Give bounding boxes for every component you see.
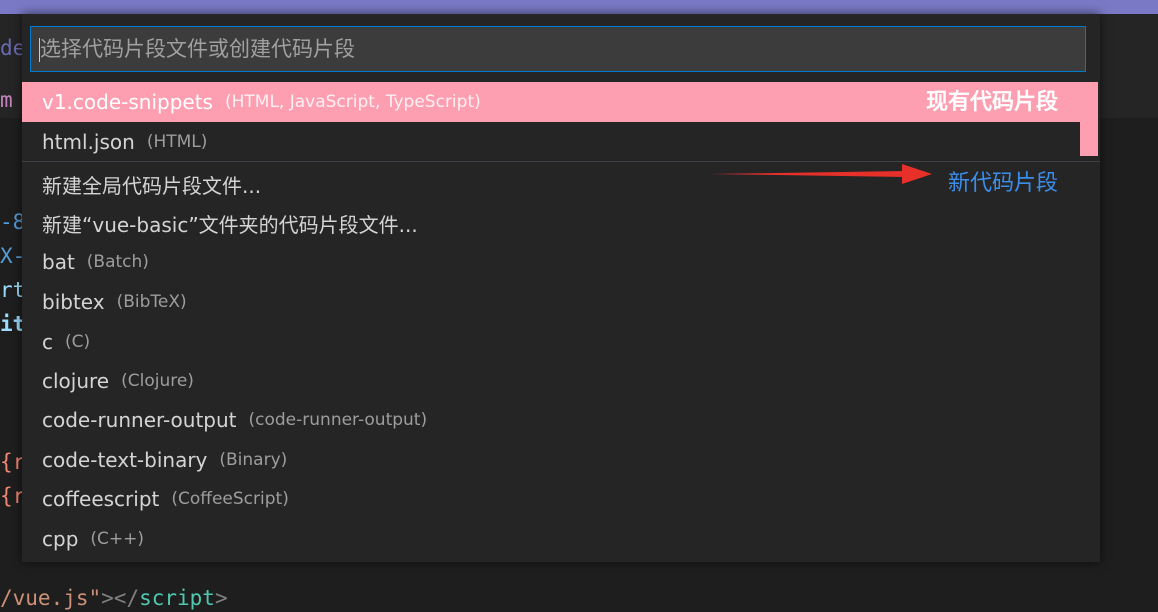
tag-name: script (139, 586, 215, 610)
item-description: (HTML, JavaScript, TypeScript) (224, 92, 481, 112)
item-description: (HTML) (146, 132, 208, 152)
item-label: cpp (42, 527, 79, 551)
quick-pick-item[interactable]: bibtex (BibTeX) (22, 282, 1100, 322)
text-cursor (39, 38, 40, 62)
quick-pick-item[interactable]: bat (Batch) (22, 242, 1100, 282)
quick-pick-item[interactable]: 新建“vue-basic”文件夹的代码片段文件... (22, 203, 1100, 243)
tag-bracket: > (214, 586, 228, 610)
item-label: bibtex (42, 290, 105, 314)
item-label: c (42, 330, 53, 354)
bg-code-line: /vue.js"></script> (0, 588, 228, 609)
quick-pick-item[interactable]: 新建全局代码片段文件... (22, 164, 1100, 204)
bg-code-fragment: m (0, 88, 13, 112)
quick-pick-item[interactable]: coffeescript (CoffeeScript) (22, 479, 1100, 519)
string-token: /vue.js" (0, 586, 102, 610)
item-description: (Clojure) (121, 371, 194, 391)
item-label: code-text-binary (42, 448, 208, 472)
item-label: coffeescript (42, 487, 160, 511)
quick-pick-item[interactable]: cpp (C++) (22, 519, 1100, 559)
quick-pick-input[interactable] (31, 27, 1085, 71)
item-label: bat (42, 250, 75, 274)
item-description: (C++) (90, 529, 145, 549)
quick-pick-item[interactable]: c (C) (22, 322, 1100, 362)
quick-pick-item[interactable]: code-text-binary (Binary) (22, 440, 1100, 480)
item-description: (Binary) (219, 450, 288, 470)
item-description: (C) (65, 332, 91, 352)
item-label: 新建全局代码片段文件... (42, 173, 262, 198)
quick-pick-item[interactable]: html.json (HTML) (22, 122, 1100, 162)
arrow-icon (710, 164, 932, 184)
tag-bracket: ></ (101, 586, 140, 610)
item-description: (CoffeeScript) (171, 489, 289, 509)
annotation-new-snippet: 新代码片段 (948, 171, 1059, 196)
item-label: v1.code-snippets (42, 90, 213, 114)
quick-pick-item[interactable]: clojure (Clojure) (22, 361, 1100, 401)
quick-pick-input-box[interactable] (30, 26, 1086, 72)
item-description: (code-runner-output) (248, 410, 428, 430)
item-label: 新建“vue-basic”文件夹的代码片段文件... (42, 212, 418, 237)
item-label: code-runner-output (42, 408, 237, 432)
annotation-existing-snippets: 现有代码片段 (926, 90, 1059, 115)
item-label: clojure (42, 369, 110, 393)
title-bar (0, 0, 1158, 14)
item-label: html.json (42, 130, 135, 154)
item-description: (Batch) (86, 252, 149, 272)
quick-pick-item[interactable]: code-runner-output (code-runner-output) (22, 400, 1100, 440)
separator (22, 161, 1100, 162)
item-description: (BibTeX) (116, 292, 187, 312)
